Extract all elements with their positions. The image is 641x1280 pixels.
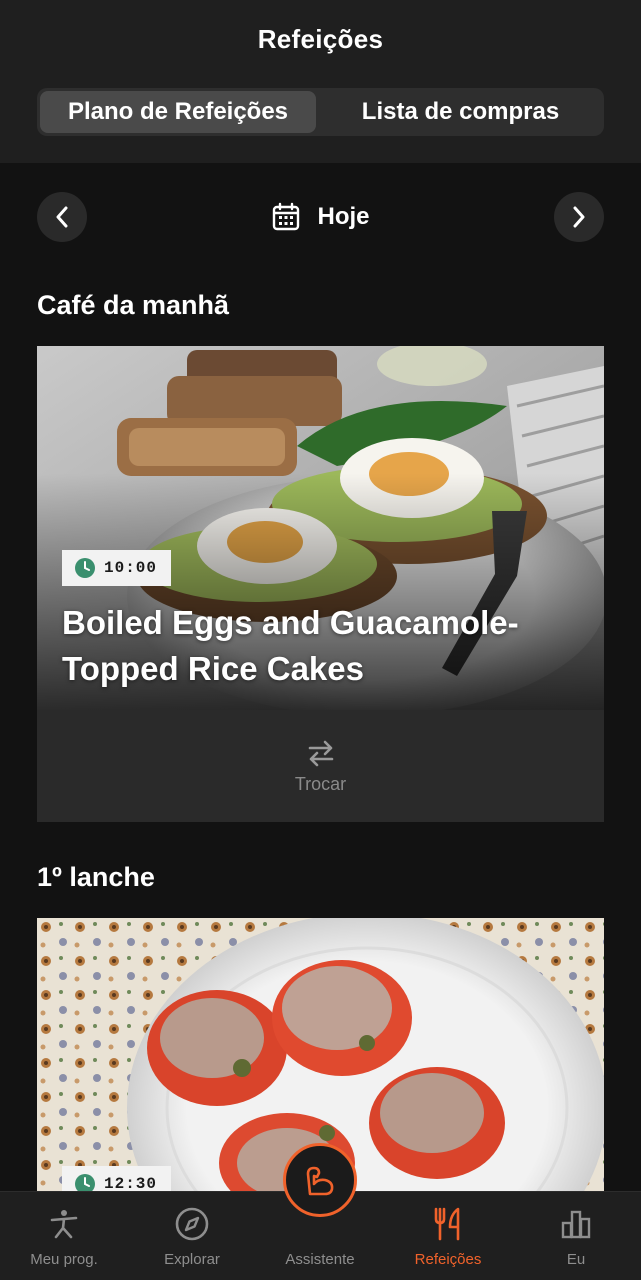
compass-icon	[175, 1207, 209, 1241]
meal-time-badge: 12:30	[62, 1166, 172, 1191]
tab-me[interactable]: Eu	[522, 1192, 630, 1280]
date-display: Hoje	[37, 192, 604, 242]
segmented-control: Plano de Refeições Lista de compras	[37, 88, 604, 136]
tab-label: Eu	[566, 1251, 586, 1268]
tab-shopping-list[interactable]: Lista de compras	[320, 91, 601, 133]
tab-my-program[interactable]: Meu prog.	[10, 1192, 118, 1280]
meal-time: 12:30	[104, 1175, 158, 1191]
tab-label: Meu prog.	[30, 1251, 98, 1268]
clock-icon	[75, 1174, 95, 1191]
previous-day-button[interactable]	[37, 192, 87, 242]
calendar-icon	[273, 202, 300, 231]
tab-meals[interactable]: Refeições	[394, 1192, 502, 1280]
meal-time: 10:00	[104, 559, 158, 577]
tab-meal-plan[interactable]: Plano de Refeições	[40, 91, 316, 133]
clock-icon	[75, 558, 95, 578]
swap-meal-button[interactable]: Trocar	[37, 710, 604, 822]
page-title: Refeições	[257, 24, 384, 54]
meal-title: Boiled Eggs and Guacamole-Topped Rice Ca…	[62, 604, 519, 687]
swap-label: Trocar	[294, 773, 347, 794]
meal-section-title: Café da manhã	[37, 290, 230, 320]
top-header: Refeições Plano de Refeições Lista de co…	[0, 0, 641, 163]
assistant-button[interactable]	[283, 1143, 357, 1217]
date-navigator: Hoje	[37, 192, 604, 242]
tab-explore[interactable]: Explorar	[138, 1192, 246, 1280]
meal-time-badge: 10:00	[62, 550, 172, 586]
tab-label: Assistente	[285, 1251, 355, 1268]
tab-label: Refeições	[414, 1251, 482, 1268]
meal-section-title: 1º lanche	[37, 862, 155, 892]
exercise-person-icon	[50, 1210, 78, 1239]
chevron-left-icon	[56, 206, 68, 228]
next-day-button[interactable]	[554, 192, 604, 242]
fork-knife-icon	[434, 1207, 460, 1241]
meal-card[interactable]: 10:00 Boiled Eggs and Guacamole-Topped R…	[37, 346, 604, 822]
swap-arrows-icon	[308, 740, 333, 766]
tab-label: Explorar	[164, 1251, 220, 1268]
bar-chart-icon	[561, 1210, 591, 1239]
flexed-arm-icon	[306, 1166, 334, 1196]
date-label[interactable]: Hoje	[317, 203, 369, 231]
chevron-right-icon	[573, 206, 585, 228]
